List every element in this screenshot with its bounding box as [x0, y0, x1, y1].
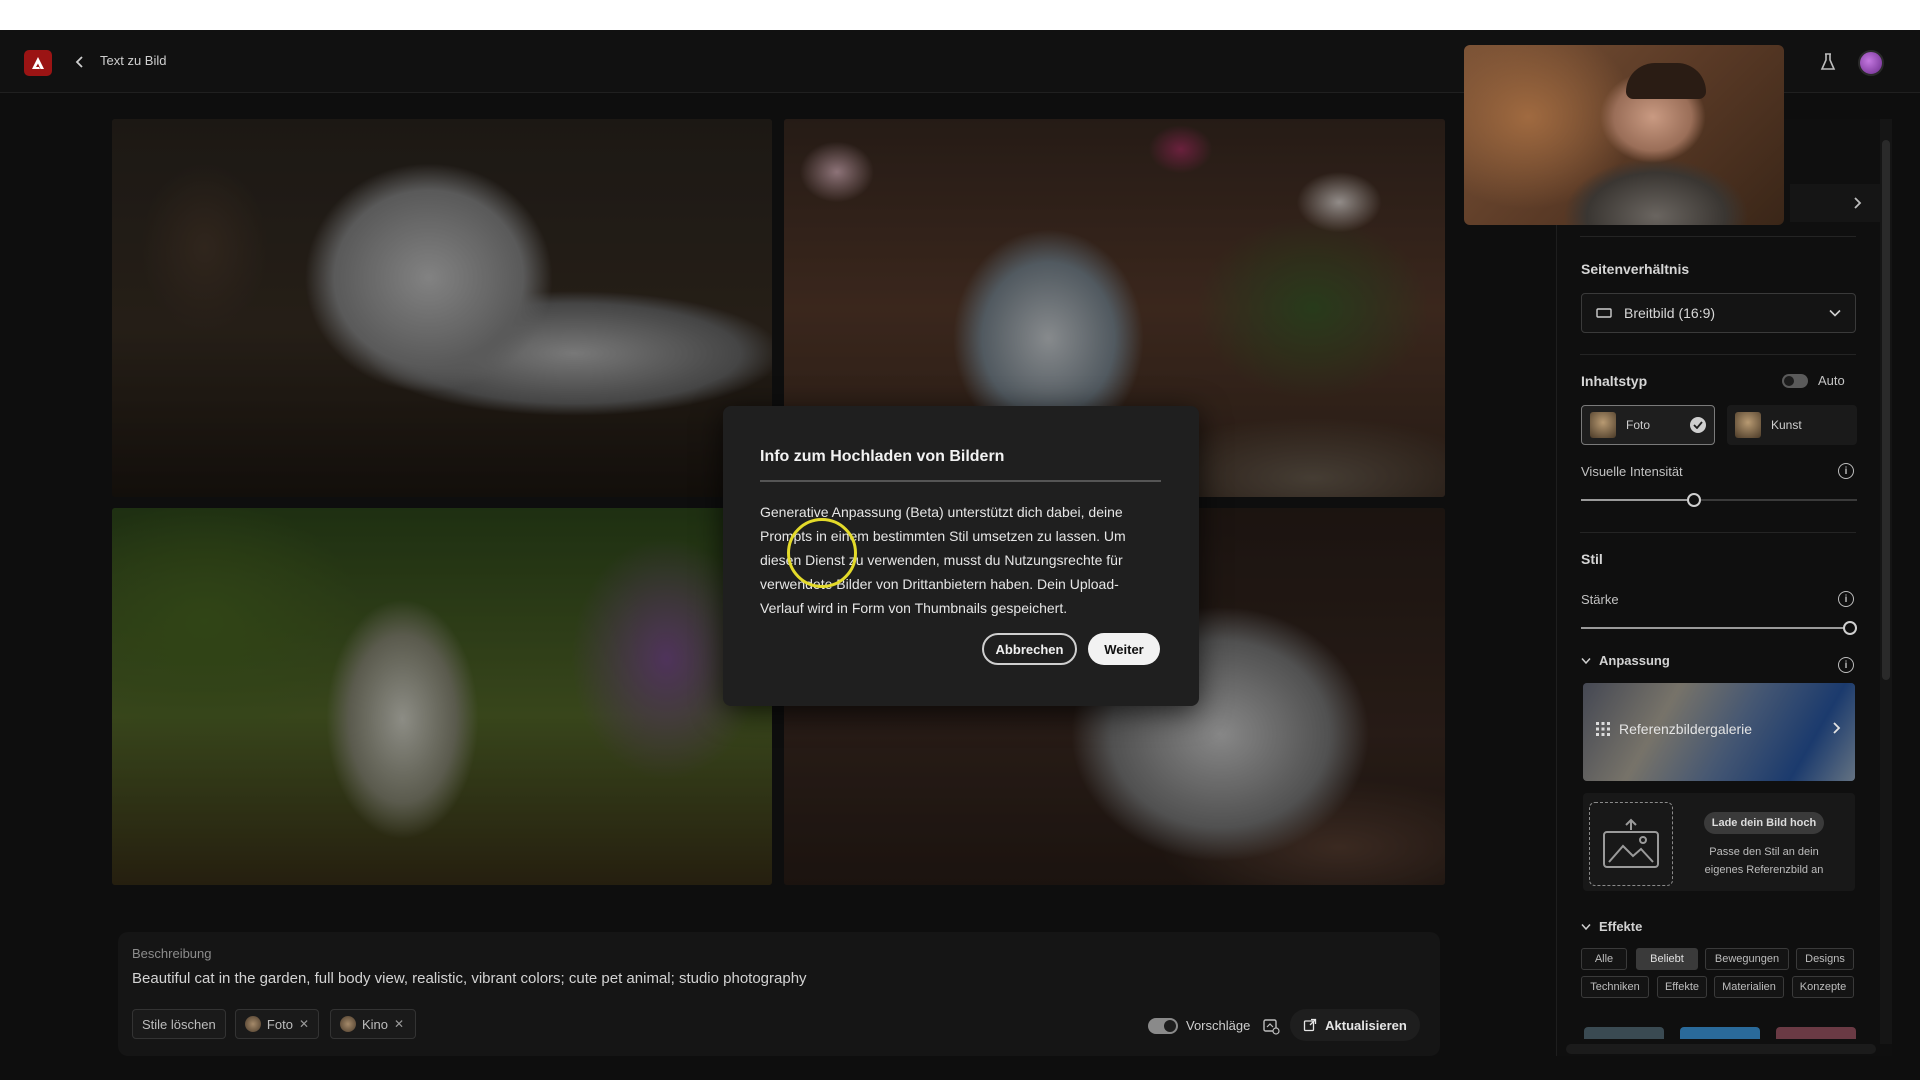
generated-image-3[interactable] [112, 508, 772, 885]
prompt-bar: Beschreibung Beautiful cat in the garden… [118, 932, 1440, 1056]
adaptation-heading: Anpassung [1599, 653, 1670, 668]
aspect-heading: Seitenverhältnis [1581, 261, 1690, 277]
top-strip [0, 0, 1920, 30]
chevron-down-icon [1581, 923, 1591, 930]
webcam-person [1626, 63, 1706, 99]
update-label: Aktualisieren [1325, 1017, 1407, 1033]
reference-gallery-button[interactable]: Referenzbildergalerie [1583, 683, 1855, 781]
info-icon[interactable]: i [1838, 591, 1854, 607]
settings-panel [1556, 119, 1892, 1056]
dialog-divider [760, 480, 1161, 482]
panel-divider [1580, 354, 1856, 355]
chevron-down-icon [1581, 657, 1591, 664]
intensity-label: Visuelle Intensität [1581, 464, 1683, 479]
style-chip-foto[interactable]: Foto ✕ [235, 1009, 319, 1039]
effect-thumbnail[interactable] [1680, 1027, 1760, 1039]
close-icon[interactable]: ✕ [299, 1017, 309, 1031]
effects-tab-designs[interactable]: Designs [1796, 948, 1854, 970]
content-type-heading: Inhaltstyp [1581, 373, 1648, 389]
effects-tab-beliebt[interactable]: Beliebt [1636, 948, 1698, 970]
auto-label: Auto [1818, 373, 1845, 388]
upload-description: Passe den Stil an dein eigenes Referenzb… [1704, 846, 1824, 876]
style-heading: Stil [1581, 551, 1603, 567]
prompt-label: Beschreibung [132, 946, 212, 961]
page-title: Text zu Bild [100, 53, 167, 68]
content-type-foto[interactable]: Foto [1581, 405, 1715, 445]
intensity-slider-thumb[interactable] [1687, 493, 1701, 507]
info-icon[interactable]: i [1838, 463, 1854, 479]
upload-reference-card: Lade dein Bild hoch Passe den Stil an de… [1583, 793, 1855, 891]
flask-icon[interactable] [1816, 48, 1840, 76]
effects-tab-bewegungen[interactable]: Bewegungen [1705, 948, 1789, 970]
panel-scrollbar-thumb[interactable] [1882, 140, 1890, 680]
strength-slider-thumb[interactable] [1843, 621, 1857, 635]
suggestions-icon[interactable] [1262, 1017, 1280, 1035]
auto-toggle[interactable] [1782, 374, 1808, 388]
grid-icon [1596, 722, 1610, 736]
content-type-thumbnail [1590, 412, 1616, 438]
content-type-thumbnail [1735, 412, 1761, 438]
style-chip-kino[interactable]: Kino ✕ [330, 1009, 416, 1039]
strength-slider-fill [1581, 627, 1857, 629]
panel-expand-button[interactable] [1790, 184, 1880, 222]
panel-divider [1580, 532, 1856, 533]
adaptation-section-toggle[interactable]: Anpassung [1581, 653, 1670, 668]
strength-label: Stärke [1581, 592, 1619, 607]
effects-tab-effekte[interactable]: Effekte [1657, 976, 1707, 998]
intensity-slider-fill [1581, 499, 1694, 501]
dialog-title: Info zum Hochladen von Bildern [760, 448, 1005, 465]
style-thumbnail [340, 1016, 356, 1032]
image-upload-icon [1603, 818, 1659, 868]
cursor-highlight [787, 518, 857, 588]
style-thumbnail [245, 1016, 261, 1032]
upload-dropzone[interactable] [1589, 802, 1673, 886]
content-type-label: Foto [1626, 418, 1651, 432]
prompt-input[interactable]: Beautiful cat in the garden, full body v… [132, 970, 807, 987]
clear-styles-label: Stile löschen [142, 1016, 216, 1032]
panel-divider [1580, 236, 1856, 237]
avatar[interactable] [1858, 50, 1884, 76]
effects-section-toggle[interactable]: Effekte [1581, 919, 1642, 934]
suggestions-label: Vorschläge [1186, 1018, 1251, 1033]
style-chip-label: Foto [266, 1016, 293, 1032]
suggestions-toggle[interactable] [1148, 1018, 1178, 1034]
effects-tab-alle[interactable]: Alle [1581, 948, 1627, 970]
chevron-right-icon [1854, 197, 1862, 209]
close-icon[interactable]: ✕ [394, 1017, 404, 1031]
upload-image-button[interactable]: Lade dein Bild hoch [1704, 812, 1824, 834]
continue-button[interactable]: Weiter [1088, 633, 1160, 665]
style-chip-label: Kino [362, 1016, 389, 1032]
update-button[interactable]: Aktualisieren [1290, 1009, 1420, 1041]
check-icon [1690, 417, 1706, 433]
effects-tab-konzepte[interactable]: Konzepte [1792, 976, 1854, 998]
effects-tab-materialien[interactable]: Materialien [1714, 976, 1784, 998]
webcam-overlay [1464, 45, 1784, 225]
content-type-kunst[interactable]: Kunst [1727, 405, 1857, 445]
adobe-logo-icon[interactable] [24, 50, 52, 76]
widescreen-icon [1596, 308, 1612, 318]
chevron-down-icon [1829, 309, 1841, 317]
info-icon[interactable]: i [1838, 657, 1854, 673]
clear-styles-button[interactable]: Stile löschen [132, 1009, 226, 1039]
refresh-icon [1304, 1018, 1317, 1032]
effects-tab-techniken[interactable]: Techniken [1581, 976, 1649, 998]
aspect-select[interactable]: Breitbild (16:9) [1581, 293, 1856, 333]
back-chevron-icon[interactable] [70, 50, 90, 74]
chevron-right-icon [1833, 722, 1841, 734]
effect-thumbnail[interactable] [1776, 1027, 1856, 1039]
content-type-label: Kunst [1771, 418, 1802, 432]
effects-heading: Effekte [1599, 919, 1643, 934]
generated-image-1[interactable] [112, 119, 772, 497]
aspect-value: Breitbild (16:9) [1624, 305, 1716, 321]
cancel-button[interactable]: Abbrechen [982, 633, 1077, 665]
effect-thumbnail[interactable] [1584, 1027, 1664, 1039]
reference-gallery-label: Referenzbildergalerie [1619, 721, 1753, 737]
horizontal-scrollbar[interactable] [1566, 1044, 1876, 1054]
